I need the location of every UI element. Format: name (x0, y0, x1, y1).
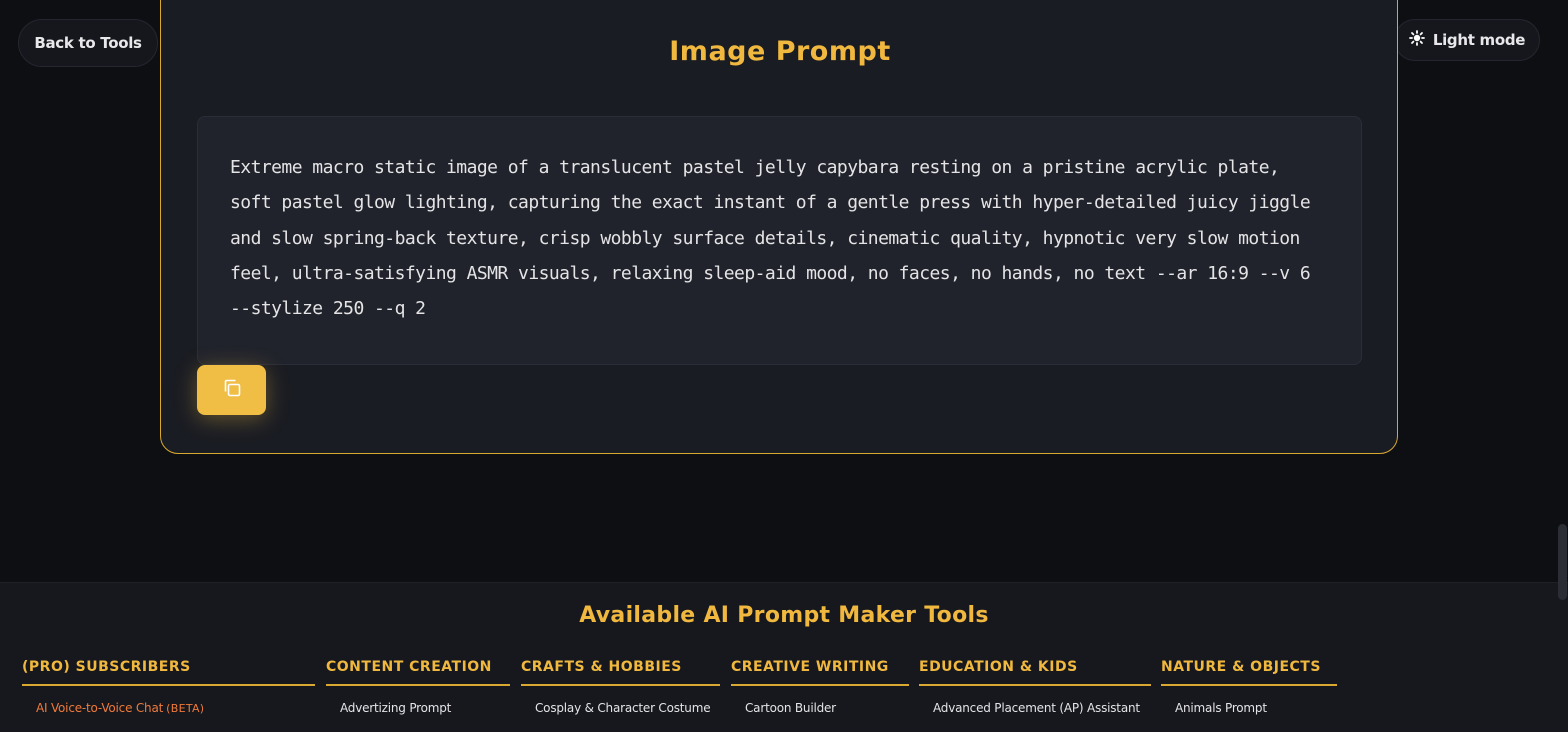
category-header: CONTENT CREATION (326, 659, 510, 686)
tools-footer: Available AI Prompt Maker Tools (PRO) SU… (0, 582, 1568, 732)
light-mode-toggle[interactable]: Light mode (1394, 19, 1540, 61)
category-crafts-hobbies: CRAFTS & HOBBIES Cosplay & Character Cos… (521, 659, 720, 715)
prompt-text: Extreme macro static image of a transluc… (230, 157, 1311, 320)
category-pro-subscribers: (PRO) SUBSCRIBERS AI Voice-to-Voice Chat… (22, 659, 315, 715)
footer-title: Available AI Prompt Maker Tools (579, 603, 989, 628)
tool-link-label: Cosplay & Character Costume (535, 701, 711, 715)
category-header: NATURE & OBJECTS (1161, 659, 1337, 686)
tool-link-label: Advertizing Prompt (340, 701, 452, 715)
card-title: Image Prompt (669, 36, 891, 67)
sun-icon (1408, 30, 1425, 50)
category-content-creation: CONTENT CREATION Advertizing Prompt (326, 659, 510, 715)
tool-link-advertizing-prompt[interactable]: Advertizing Prompt (326, 701, 510, 715)
light-mode-label: Light mode (1432, 31, 1526, 49)
copy-button[interactable] (197, 365, 266, 415)
tool-link-animals-prompt[interactable]: Animals Prompt (1161, 701, 1337, 715)
category-header: EDUCATION & KIDS (919, 659, 1151, 686)
beta-badge: (BETA) (166, 702, 205, 715)
category-header: (PRO) SUBSCRIBERS (22, 659, 315, 686)
back-to-tools-button[interactable]: Back to Tools (18, 19, 158, 67)
back-to-tools-label: Back to Tools (34, 34, 142, 52)
tool-link-label: AI Voice-to-Voice Chat (36, 701, 164, 715)
category-header: CREATIVE WRITING (731, 659, 909, 686)
tool-link-ap-assistant[interactable]: Advanced Placement (AP) Assistant (919, 701, 1151, 715)
category-education-kids: EDUCATION & KIDS Advanced Placement (AP)… (919, 659, 1151, 715)
copy-icon (220, 376, 244, 404)
page-scrollbar-thumb[interactable] (1558, 524, 1567, 600)
category-creative-writing: CREATIVE WRITING Cartoon Builder (731, 659, 909, 715)
tool-link-ai-voice-chat[interactable]: AI Voice-to-Voice Chat (BETA) (22, 701, 315, 715)
prompt-output-box: Extreme macro static image of a transluc… (197, 116, 1362, 365)
tool-link-label: Advanced Placement (AP) Assistant (933, 701, 1140, 715)
category-nature-objects: NATURE & OBJECTS Animals Prompt (1161, 659, 1337, 715)
tool-link-cartoon-builder[interactable]: Cartoon Builder (731, 701, 909, 715)
tool-link-label: Animals Prompt (1175, 701, 1267, 715)
category-header: CRAFTS & HOBBIES (521, 659, 720, 686)
prompt-card: Image Prompt Extreme macro static image … (160, 0, 1398, 454)
tool-link-label: Cartoon Builder (745, 701, 836, 715)
tool-link-cosplay-costume[interactable]: Cosplay & Character Costume (521, 701, 720, 715)
page-scrollbar-track[interactable] (1556, 0, 1568, 732)
